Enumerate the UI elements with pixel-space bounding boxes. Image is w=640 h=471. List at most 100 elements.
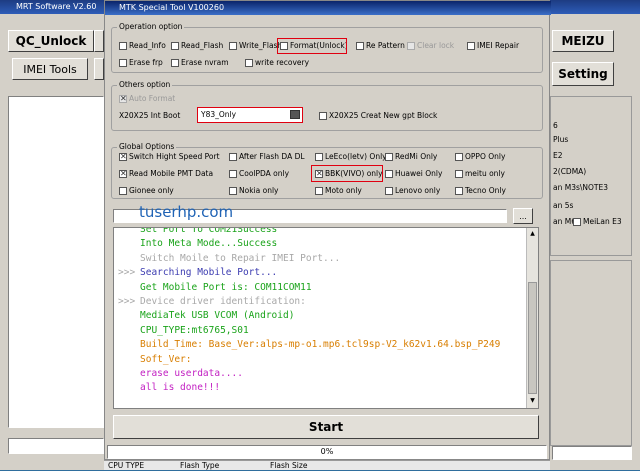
lenovo-checkbox[interactable] [385, 187, 393, 195]
redmi-label: RedMi Only [395, 152, 438, 161]
right-item: Plus [553, 135, 569, 144]
int-boot-label: X20X25 Int Boot [119, 111, 181, 120]
creat-gpt-checkbox[interactable] [319, 112, 327, 120]
gionee-checkbox[interactable] [119, 187, 127, 195]
log-line: Searching Mobile Port... [140, 267, 278, 279]
right-item: MeiLan E3 [583, 217, 622, 226]
re-pattern-label: Re Pattern l [366, 41, 410, 50]
meitu-checkbox[interactable] [455, 170, 463, 178]
log-line: Into Meta Mode...Success [140, 238, 278, 250]
setting-button[interactable]: Setting [552, 62, 614, 86]
right-item: an 5s [553, 201, 574, 210]
hidden-button-1[interactable] [94, 30, 104, 52]
qc-unlock-button[interactable]: QC_Unlock [8, 30, 94, 52]
tecno-label: Tecno Only [465, 186, 506, 195]
huawei-label: Huawei Only [395, 169, 443, 178]
nokia-checkbox[interactable] [229, 187, 237, 195]
browse-label: ... [519, 211, 527, 221]
browse-button[interactable]: ... [513, 208, 533, 224]
hidden-button-2[interactable] [94, 58, 104, 80]
scroll-down-icon[interactable]: ▼ [528, 396, 537, 405]
left-list-panel [8, 96, 104, 428]
log-line: Get Mobile Port is: COM11COM11 [140, 281, 312, 293]
erase-nvram-checkbox[interactable] [171, 59, 179, 67]
log-line: Soft_Ver: [140, 353, 192, 365]
int-boot-select[interactable]: Y83_Only [197, 107, 303, 123]
imei-repair-label: IMEI Repair [477, 41, 520, 50]
clear-lock-label: Clear lock [417, 41, 455, 50]
log-prompt: >>> [118, 267, 136, 279]
erase-frp-checkbox[interactable] [119, 59, 127, 67]
dialog-title-bar: MTK Special Tool V100260 [105, 1, 551, 15]
log-line: Set Port To COM21Success [140, 227, 278, 235]
others-option-legend: Others option [117, 80, 173, 90]
tecno-checkbox[interactable] [455, 187, 463, 195]
auto-format-label: Auto Format [129, 94, 176, 103]
creat-gpt-label: X20X25 Creat New gpt Block [329, 111, 438, 120]
log-output: Set Port To COM21Success Into Meta Mode..… [113, 227, 539, 409]
right-options-panel: 6 Plus E2 2(CDMA) an M3s\NOTE3 an 5s an … [550, 96, 632, 256]
write-flash-checkbox[interactable] [229, 42, 237, 50]
int-boot-value: Y83_Only [201, 110, 237, 119]
watermark-text: tuserhp.com [139, 203, 234, 221]
erase-frp-label: Erase frp [129, 58, 163, 67]
meitu-label: meitu only [465, 169, 505, 178]
log-scrollbar[interactable]: ▲ ▼ [526, 228, 538, 408]
operation-option-legend: Operation option [117, 22, 185, 32]
read-info-checkbox[interactable] [119, 42, 127, 50]
log-line: Switch Moile to Repair IMEI Port... [140, 252, 341, 264]
read-info-label: Read_Info [129, 41, 166, 50]
right-status-field [552, 446, 632, 460]
write-recovery-checkbox[interactable] [245, 59, 253, 67]
read-flash-checkbox[interactable] [171, 42, 179, 50]
meilan-e3-checkbox[interactable] [573, 218, 581, 226]
erase-nvram-label: Erase nvram [181, 58, 229, 67]
read-pmt-checkbox[interactable] [119, 169, 127, 179]
mrt-title: MRT Software V2.60 [16, 2, 97, 11]
right-item: E2 [553, 151, 563, 160]
huawei-checkbox[interactable] [385, 170, 393, 178]
coolpda-label: CoolPDA only [239, 169, 290, 178]
imei-tools-button[interactable]: IMEI Tools [12, 58, 88, 80]
lenovo-label: Lenovo only [395, 186, 441, 195]
log-prompt: >>> [118, 296, 136, 307]
read-pmt-label: Read Mobile PMT Data [129, 169, 214, 178]
progress-bar: 0% [107, 445, 547, 459]
meizu-button[interactable]: MEIZU [552, 30, 614, 52]
log-line: all is done!!! [140, 382, 221, 394]
highlight-format-unlock [277, 38, 347, 54]
progress-text: 0% [320, 447, 334, 456]
right-item: an M3s\NOTE3 [553, 183, 609, 192]
write-recovery-label: write recovery [255, 58, 310, 67]
right-item: 2(CDMA) [553, 167, 587, 176]
qc-unlock-label: QC_Unlock [15, 34, 87, 48]
switch-high-speed-checkbox[interactable] [119, 152, 127, 162]
mtk-special-tool-dialog: MTK Special Tool V100260 Operation optio… [104, 0, 551, 460]
read-flash-label: Read_Flash [181, 41, 224, 50]
clear-lock-checkbox[interactable] [407, 42, 415, 50]
leeco-label: LeEco(letv) Only [325, 152, 387, 161]
leeco-checkbox[interactable] [315, 153, 323, 161]
after-flash-label: After Flash DA DL [239, 152, 305, 161]
start-button[interactable]: Start [113, 415, 539, 439]
oppo-checkbox[interactable] [455, 153, 463, 161]
highlight-bbk-vivo [311, 165, 383, 182]
scroll-up-icon[interactable]: ▲ [528, 229, 537, 238]
nokia-label: Nokia only [239, 186, 279, 195]
right-lower-panel [550, 260, 632, 446]
coolpda-checkbox[interactable] [229, 170, 237, 178]
log-line: MediaTek USB VCOM (Android) [140, 310, 295, 322]
imei-repair-checkbox[interactable] [467, 42, 475, 50]
start-label: Start [308, 420, 344, 434]
after-flash-checkbox[interactable] [229, 153, 237, 161]
dropdown-arrow-icon[interactable] [290, 110, 300, 119]
oppo-label: OPPO Only [465, 152, 506, 161]
redmi-checkbox[interactable] [385, 153, 393, 161]
re-pattern-checkbox[interactable] [356, 42, 364, 50]
auto-format-checkbox[interactable] [119, 94, 127, 104]
scroll-thumb[interactable] [528, 282, 537, 394]
gionee-label: Gionee only [129, 186, 174, 195]
table-header: CPU TYPE Flash Type Flash Size [104, 460, 550, 470]
moto-checkbox[interactable] [315, 187, 323, 195]
meizu-label: MEIZU [561, 34, 605, 48]
